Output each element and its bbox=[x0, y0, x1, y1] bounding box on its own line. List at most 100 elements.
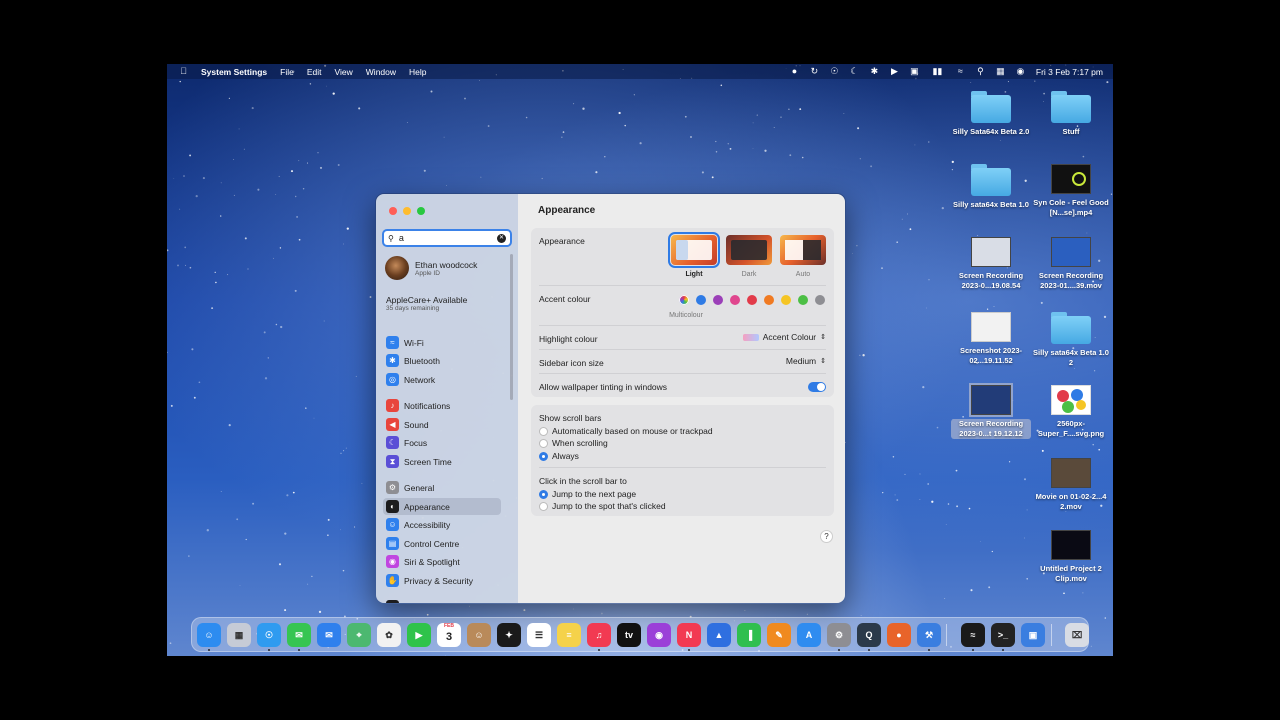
minimize-button[interactable] bbox=[403, 207, 411, 215]
mode-light-option[interactable] bbox=[668, 232, 720, 268]
menu-app-name[interactable]: System Settings bbox=[201, 67, 267, 77]
zoom-button[interactable] bbox=[417, 207, 425, 215]
sidebar-icon-size-popup[interactable]: Medium ⇕ bbox=[786, 356, 826, 366]
search-input[interactable]: a bbox=[399, 233, 404, 243]
dock-maps-icon[interactable]: ⌖ bbox=[347, 623, 371, 647]
accent-multicolour-swatch[interactable] bbox=[679, 295, 689, 305]
display-status-icon[interactable]: ▣ bbox=[910, 67, 919, 76]
sidebar-item-general[interactable]: ⚙ General bbox=[383, 479, 501, 496]
dock-music-icon[interactable]: ♫ bbox=[587, 623, 611, 647]
dock-notes-icon[interactable]: ≡ bbox=[557, 623, 581, 647]
sidebar-item-wi-fi[interactable]: ≈ Wi-Fi bbox=[383, 334, 501, 351]
moon-status-icon[interactable]: ☾ bbox=[850, 67, 859, 76]
desktop-icon[interactable]: Untitled Project 2 Clip.mov bbox=[1031, 530, 1111, 584]
sidebar-item-focus[interactable]: ☾ Focus bbox=[383, 434, 501, 451]
desktop-icon[interactable]: Silly sata64x Beta 1.0 2 bbox=[1031, 312, 1111, 368]
sidebar-item-accessibility[interactable]: ☺ Accessibility bbox=[383, 516, 501, 533]
dock-trash-icon[interactable]: ⌧ bbox=[1065, 623, 1089, 647]
accent-colour-swatch[interactable] bbox=[764, 295, 774, 305]
close-button[interactable] bbox=[389, 207, 397, 215]
play-status-icon[interactable]: ▶ bbox=[890, 67, 899, 76]
menu-file[interactable]: File bbox=[280, 67, 294, 77]
dock-photos-icon[interactable]: ✿ bbox=[377, 623, 401, 647]
menu-window[interactable]: Window bbox=[366, 67, 396, 77]
dock-numbers-icon[interactable]: ▐ bbox=[737, 623, 761, 647]
apple-id-row[interactable]: Ethan woodcock Apple ID bbox=[385, 256, 477, 280]
search-field[interactable]: ⚲ a ✕ bbox=[382, 229, 512, 247]
dock-safari-icon[interactable]: ☉ bbox=[257, 623, 281, 647]
dock-quicktime-icon[interactable]: Q bbox=[857, 623, 881, 647]
accent-colour-swatch[interactable] bbox=[815, 295, 825, 305]
dock-final-cut-pro-icon[interactable]: ✦ bbox=[497, 623, 521, 647]
accent-colour-swatch[interactable] bbox=[781, 295, 791, 305]
siri-status-icon[interactable]: ◉ bbox=[1016, 67, 1025, 76]
spotlight-icon[interactable]: ⚲ bbox=[976, 67, 985, 76]
sidebar-item-siri-spotlight[interactable]: ◉ Siri & Spotlight bbox=[383, 553, 501, 570]
dock-firefox-icon[interactable]: ● bbox=[887, 623, 911, 647]
accent-colour-swatch[interactable] bbox=[747, 295, 757, 305]
dock-podcasts-icon[interactable]: ◉ bbox=[647, 623, 671, 647]
scroll-always-radio[interactable]: Always bbox=[539, 451, 579, 461]
dock-finder-icon[interactable]: ☺ bbox=[197, 623, 221, 647]
mode-dark-option[interactable] bbox=[726, 235, 772, 265]
desktop-icon[interactable]: 2560px-Super_F....svg.png bbox=[1031, 385, 1111, 439]
app-store-status-icon[interactable]: ☉ bbox=[830, 67, 839, 76]
highlight-colour-popup[interactable]: Accent Colour ⇕ bbox=[742, 332, 826, 342]
applecare-row[interactable]: AppleCare+ Available 35 days remaining bbox=[386, 295, 467, 312]
menu-view[interactable]: View bbox=[335, 67, 353, 77]
dock-mail-icon[interactable]: ✉ bbox=[317, 623, 341, 647]
wallpaper-tinting-toggle[interactable] bbox=[808, 382, 826, 392]
desktop-icon[interactable]: Syn Cole - Feel Good [N...se].mp4 bbox=[1031, 164, 1111, 218]
wifi-status-icon[interactable]: ≈ bbox=[956, 67, 965, 76]
dock-system-settings-icon[interactable]: ⚙ bbox=[827, 623, 851, 647]
accent-colour-swatch[interactable] bbox=[798, 295, 808, 305]
accent-colour-swatch[interactable] bbox=[696, 295, 706, 305]
desktop-icon[interactable]: Stuff bbox=[1031, 91, 1111, 137]
sidebar-item-bluetooth[interactable]: ✱ Bluetooth bbox=[383, 352, 501, 369]
help-button[interactable]: ? bbox=[820, 530, 833, 543]
dock-spotify-icon[interactable]: ≈ bbox=[961, 623, 985, 647]
sidebar-item-network[interactable]: ◎ Network bbox=[383, 371, 501, 388]
desktop-icon[interactable]: Screenshot 2023-02...19.11.52 bbox=[951, 312, 1031, 366]
dock-xcode-icon[interactable]: ⚒ bbox=[917, 623, 941, 647]
accent-colour-swatch[interactable] bbox=[713, 295, 723, 305]
apple-menu-icon[interactable]:  bbox=[179, 67, 188, 76]
control-centre-status-icon[interactable]: ▦ bbox=[996, 67, 1005, 76]
click-next-page-radio[interactable]: Jump to the next page bbox=[539, 489, 636, 499]
scroll-when-scrolling-radio[interactable]: When scrolling bbox=[539, 438, 608, 448]
dock-facetime-icon[interactable]: ▶ bbox=[407, 623, 431, 647]
desktop-icon[interactable]: Silly sata64x Beta 1.0 bbox=[951, 164, 1031, 210]
refresh-icon[interactable]: ↻ bbox=[810, 67, 819, 76]
dock-messages-icon[interactable]: ✉ bbox=[287, 623, 311, 647]
desktop-icon-selected[interactable]: Screen Recording 2023-0...t 19.12.12 bbox=[951, 383, 1031, 439]
desktop-icon[interactable]: Silly Sata64x Beta 2.0 bbox=[951, 91, 1031, 137]
dock-tv-icon[interactable]: tv bbox=[617, 623, 641, 647]
record-icon[interactable]: ● bbox=[790, 67, 799, 76]
dock-launchpad-icon[interactable]: ▦ bbox=[227, 623, 251, 647]
sidebar-item-desktop-dock[interactable]: ▭ Desktop & Dock bbox=[383, 598, 501, 603]
menu-help[interactable]: Help bbox=[409, 67, 426, 77]
sidebar-item-screen-time[interactable]: ⧗ Screen Time bbox=[383, 453, 501, 470]
sidebar-item-notifications[interactable]: ♪ Notifications bbox=[383, 397, 501, 414]
desktop-icon[interactable]: Screen Recording 2023-0...19.08.54 bbox=[951, 237, 1031, 291]
desktop-icon[interactable]: Movie on 01-02-2...4 2.mov bbox=[1031, 458, 1111, 512]
menu-clock[interactable]: Fri 3 Feb 7:17 pm bbox=[1036, 67, 1103, 77]
mode-auto-option[interactable] bbox=[780, 235, 826, 265]
sidebar-item-sound[interactable]: ◀ Sound bbox=[383, 416, 501, 433]
dock-contacts-icon[interactable]: ☺ bbox=[467, 623, 491, 647]
sidebar-item-privacy-security[interactable]: ✋ Privacy & Security bbox=[383, 572, 501, 589]
accent-colour-swatch[interactable] bbox=[730, 295, 740, 305]
desktop-icon[interactable]: Screen Recording 2023-01....39.mov bbox=[1031, 237, 1111, 291]
battery-icon[interactable]: ▮▮ bbox=[930, 67, 945, 76]
bluetooth-status-icon[interactable]: ✱ bbox=[870, 67, 879, 76]
dock-terminal-icon[interactable]: >_ bbox=[991, 623, 1015, 647]
sidebar-item-appearance[interactable]: ◐ Appearance bbox=[383, 498, 501, 515]
dock-pages-icon[interactable]: ✎ bbox=[767, 623, 791, 647]
dock-app-store-icon[interactable]: A bbox=[797, 623, 821, 647]
scroll-auto-radio[interactable]: Automatically based on mouse or trackpad bbox=[539, 426, 713, 436]
dock-preview-icon[interactable]: ▣ bbox=[1021, 623, 1045, 647]
dock-news-icon[interactable]: N bbox=[677, 623, 701, 647]
menu-edit[interactable]: Edit bbox=[307, 67, 322, 77]
dock-keynote-icon[interactable]: ▲ bbox=[707, 623, 731, 647]
dock-calendar-icon[interactable]: FEB 3 bbox=[437, 623, 461, 647]
